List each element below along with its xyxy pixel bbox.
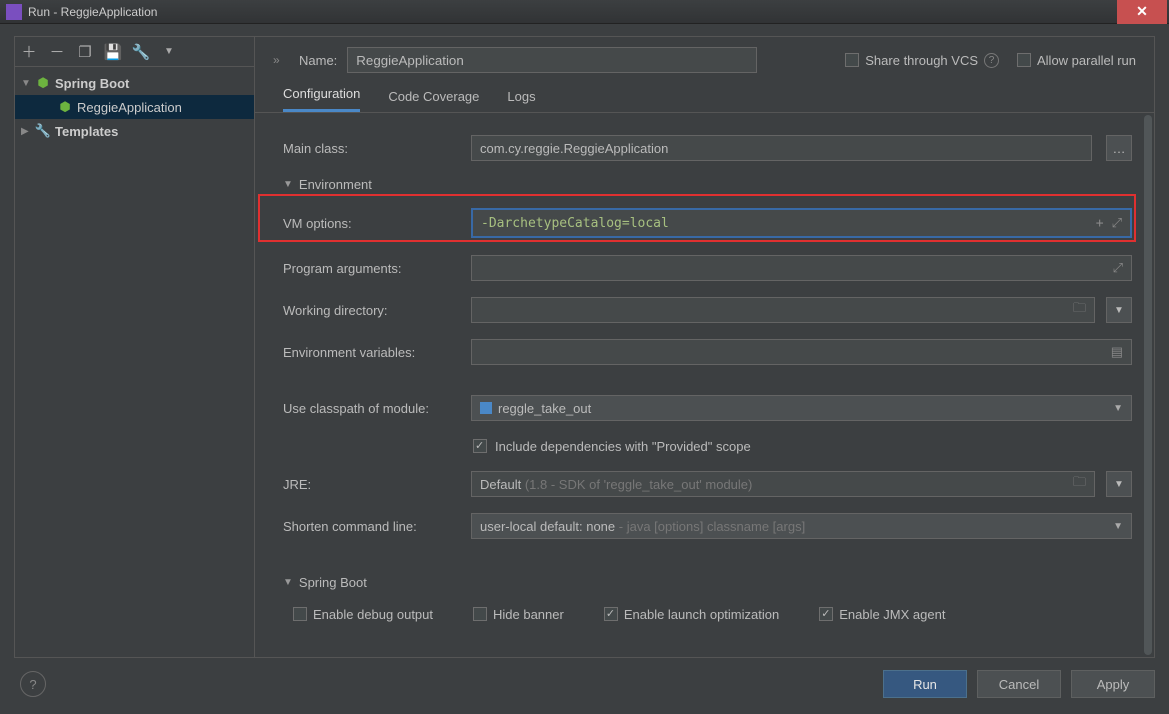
- wrench-icon[interactable]: 🔧: [133, 44, 149, 60]
- enable-launch-opt-checkbox[interactable]: Enable launch optimization: [604, 607, 779, 622]
- sidebar-toolbar: ＋ － ❐ 💾 🔧 ▼: [15, 37, 254, 67]
- titlebar: Run - ReggieApplication ✕: [0, 0, 1169, 24]
- checkbox-icon: [473, 607, 487, 621]
- copy-icon[interactable]: ❐: [77, 44, 93, 60]
- checkbox-icon: [819, 607, 833, 621]
- config-tree: ▼ ⬢ Spring Boot ⬢ ReggieApplication ▶ 🔧 …: [15, 67, 254, 657]
- expand-icon[interactable]: ⤢: [1113, 260, 1123, 276]
- enable-debug-checkbox[interactable]: Enable debug output: [293, 607, 433, 622]
- sidebar: ＋ － ❐ 💾 🔧 ▼ ▼ ⬢ Spring Boot ⬢ ReggieAppl…: [15, 37, 255, 657]
- springboot-section[interactable]: ▼ Spring Boot: [283, 567, 1132, 597]
- chevron-down-icon: ▼: [1113, 521, 1123, 532]
- folder-icon[interactable]: 🗀: [1073, 473, 1086, 495]
- remove-icon[interactable]: －: [49, 44, 65, 60]
- classpath-label: Use classpath of module:: [283, 401, 463, 416]
- close-button[interactable]: ✕: [1117, 0, 1167, 24]
- shorten-label: Shorten command line:: [283, 519, 463, 534]
- wrench-icon: 🔧: [35, 123, 51, 139]
- list-icon[interactable]: ▤: [1111, 344, 1123, 360]
- name-input[interactable]: [347, 47, 757, 73]
- jre-field[interactable]: Default (1.8 - SDK of 'reggle_take_out' …: [471, 471, 1095, 497]
- save-icon[interactable]: 💾: [105, 44, 121, 60]
- checkbox-icon: [604, 607, 618, 621]
- checkbox-icon: [293, 607, 307, 621]
- vm-options-field[interactable]: -DarchetypeCatalog=local + ⤢: [471, 208, 1132, 238]
- enable-jmx-checkbox[interactable]: Enable JMX agent: [819, 607, 945, 622]
- tab-code-coverage[interactable]: Code Coverage: [388, 89, 479, 112]
- hide-banner-checkbox[interactable]: Hide banner: [473, 607, 564, 622]
- main-class-label: Main class:: [283, 141, 463, 156]
- name-label: Name:: [299, 53, 337, 68]
- tree-node-templates[interactable]: ▶ 🔧 Templates: [15, 119, 254, 143]
- share-vcs-checkbox[interactable]: Share through VCS ?: [845, 53, 999, 68]
- form-area: Main class: com.cy.reggie.ReggieApplicat…: [255, 113, 1154, 657]
- allow-parallel-checkbox[interactable]: Allow parallel run: [1017, 53, 1136, 68]
- tab-bar: Configuration Code Coverage Logs: [255, 79, 1154, 113]
- checkbox-icon: [1017, 53, 1031, 67]
- chevron-down-icon: ▼: [1113, 403, 1123, 414]
- vm-options-label: VM options:: [283, 216, 463, 231]
- working-dir-field[interactable]: 🗀: [471, 297, 1095, 323]
- classpath-combo[interactable]: reggle_take_out ▼: [471, 395, 1132, 421]
- dropdown-button[interactable]: ▼: [1106, 471, 1132, 497]
- browse-button[interactable]: …: [1106, 135, 1132, 161]
- shorten-combo[interactable]: user-local default: none - java [options…: [471, 513, 1132, 539]
- program-args-label: Program arguments:: [283, 261, 463, 276]
- app-icon: [6, 4, 22, 20]
- chevron-right-icon: ▶: [21, 126, 31, 137]
- tree-node-springboot[interactable]: ▼ ⬢ Spring Boot: [15, 71, 254, 95]
- env-vars-label: Environment variables:: [283, 345, 463, 360]
- dropdown-button[interactable]: ▼: [1106, 297, 1132, 323]
- vertical-scrollbar[interactable]: [1144, 115, 1152, 655]
- expand-icon[interactable]: ⤢: [1112, 216, 1122, 231]
- help-icon[interactable]: ?: [984, 53, 999, 68]
- run-button[interactable]: Run: [883, 670, 967, 698]
- folder-icon[interactable]: 🗀: [1073, 299, 1086, 321]
- content-header: » Name: Share through VCS ? Allow parall…: [255, 37, 1154, 79]
- tree-node-reggieapp[interactable]: ⬢ ReggieApplication: [15, 95, 254, 119]
- add-icon[interactable]: ＋: [21, 44, 37, 60]
- tab-logs[interactable]: Logs: [507, 89, 535, 112]
- working-dir-label: Working directory:: [283, 303, 463, 318]
- module-icon: [480, 402, 492, 414]
- checkbox-icon: [473, 439, 487, 453]
- jre-label: JRE:: [283, 477, 463, 492]
- checkbox-icon: [845, 53, 859, 67]
- chevron-down-icon: ▼: [21, 78, 31, 89]
- chevron-down-icon: ▼: [283, 179, 293, 190]
- env-vars-field[interactable]: ▤: [471, 339, 1132, 365]
- program-args-field[interactable]: ⤢: [471, 255, 1132, 281]
- cancel-button[interactable]: Cancel: [977, 670, 1061, 698]
- chevron-down-icon: ▼: [283, 577, 293, 588]
- spring-icon: ⬢: [57, 99, 73, 115]
- include-provided-checkbox[interactable]: Include dependencies with "Provided" sco…: [283, 429, 1132, 463]
- footer: ? Run Cancel Apply: [14, 664, 1155, 704]
- add-icon[interactable]: +: [1096, 216, 1104, 231]
- chevron-down-icon[interactable]: ▼: [161, 44, 177, 60]
- tab-configuration[interactable]: Configuration: [283, 86, 360, 112]
- content-panel: » Name: Share through VCS ? Allow parall…: [255, 37, 1154, 657]
- chevron-right-icon[interactable]: »: [273, 53, 289, 67]
- help-button[interactable]: ?: [20, 671, 46, 697]
- environment-section[interactable]: ▼ Environment: [283, 169, 1132, 199]
- main-panel: ＋ － ❐ 💾 🔧 ▼ ▼ ⬢ Spring Boot ⬢ ReggieAppl…: [14, 36, 1155, 658]
- spring-icon: ⬢: [35, 75, 51, 91]
- apply-button[interactable]: Apply: [1071, 670, 1155, 698]
- window-title: Run - ReggieApplication: [28, 5, 157, 19]
- main-class-field[interactable]: com.cy.reggie.ReggieApplication: [471, 135, 1092, 161]
